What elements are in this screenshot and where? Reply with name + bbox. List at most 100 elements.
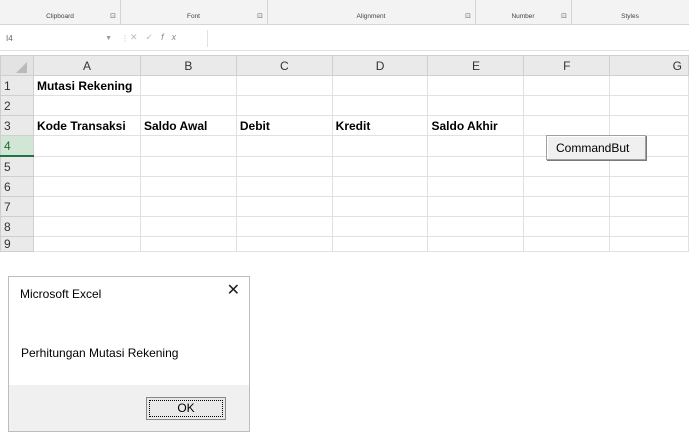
- cell-f6[interactable]: [523, 176, 611, 197]
- cell-c8[interactable]: [235, 216, 333, 237]
- column-header-d[interactable]: D: [331, 55, 429, 76]
- cell-f9[interactable]: [523, 236, 611, 252]
- cell-d4[interactable]: [331, 135, 429, 157]
- cell-b7[interactable]: [139, 196, 237, 217]
- cell-f8[interactable]: [523, 216, 611, 237]
- column-header-c[interactable]: C: [235, 55, 333, 76]
- cell-e8[interactable]: [427, 216, 525, 237]
- row-header-1[interactable]: 1: [0, 75, 34, 96]
- message-box-dialog: Microsoft Excel ✕ Perhitungan Mutasi Rek…: [8, 276, 250, 432]
- ribbon-group-label: Font: [186, 13, 200, 20]
- cell-e3[interactable]: Saldo Akhir: [427, 115, 525, 136]
- cell-c7[interactable]: [235, 196, 333, 217]
- enter-icon[interactable]: ✓: [146, 32, 162, 42]
- column-header-a[interactable]: A: [32, 55, 141, 76]
- cell-a8[interactable]: [32, 216, 141, 237]
- command-button[interactable]: CommandBut: [546, 135, 646, 160]
- cell-g8[interactable]: [609, 216, 689, 237]
- cell-b2[interactable]: [139, 95, 237, 116]
- cell-f1[interactable]: [523, 75, 611, 96]
- cell-a9[interactable]: [32, 236, 141, 252]
- cell-a6[interactable]: [32, 176, 141, 197]
- row-header-2[interactable]: 2: [0, 95, 34, 116]
- cell-d9[interactable]: [331, 236, 429, 252]
- column-header-b[interactable]: B: [139, 55, 237, 76]
- cell-b4[interactable]: [139, 135, 237, 157]
- row-header-7[interactable]: 7: [0, 196, 34, 217]
- column-header-e[interactable]: E: [427, 55, 525, 76]
- name-box-value: I4: [6, 34, 13, 43]
- cell-a7[interactable]: [32, 196, 141, 217]
- cell-b9[interactable]: [139, 236, 237, 252]
- cell-b8[interactable]: [139, 216, 237, 237]
- cell-f3[interactable]: [523, 115, 611, 136]
- cell-d2[interactable]: [331, 95, 429, 116]
- insert-function-icon[interactable]: fx: [161, 32, 184, 42]
- cancel-icon[interactable]: ✕: [130, 32, 146, 42]
- row-header-3[interactable]: 3: [0, 115, 34, 136]
- ribbon-group-number: Number ⊡: [475, 0, 572, 24]
- cell-g6[interactable]: [609, 176, 689, 197]
- cell-c4[interactable]: [235, 135, 333, 157]
- cell-d8[interactable]: [331, 216, 429, 237]
- cell-a4[interactable]: [32, 135, 141, 157]
- ribbon-group-label: Number: [511, 13, 535, 20]
- cell-a2[interactable]: [32, 95, 141, 116]
- cell-e7[interactable]: [427, 196, 525, 217]
- cell-c1[interactable]: [235, 75, 333, 96]
- cell-a1[interactable]: Mutasi Rekening: [32, 75, 141, 96]
- ribbon-group-clipboard: Clipboard ⊡: [0, 0, 121, 24]
- formula-input[interactable]: [207, 30, 689, 47]
- ribbon-group-label: Alignment: [356, 13, 386, 20]
- cell-b6[interactable]: [139, 176, 237, 197]
- cell-b3[interactable]: Saldo Awal: [139, 115, 237, 136]
- cell-c2[interactable]: [235, 95, 333, 116]
- cell-b1[interactable]: [139, 75, 237, 96]
- cell-c9[interactable]: [235, 236, 333, 252]
- row-header-8[interactable]: 8: [0, 216, 34, 237]
- cell-f7[interactable]: [523, 196, 611, 217]
- cell-d6[interactable]: [331, 176, 429, 197]
- cell-d3[interactable]: Kredit: [331, 115, 429, 136]
- ribbon-group-labels: Clipboard ⊡ Font ⊡ Alignment ⊡ Number ⊡ …: [0, 0, 689, 25]
- cell-a3[interactable]: Kode Transaksi: [32, 115, 141, 136]
- column-header-g[interactable]: G: [609, 55, 689, 76]
- cell-g3[interactable]: [609, 115, 689, 136]
- cell-c5[interactable]: [235, 155, 333, 177]
- row-header-9[interactable]: 9: [0, 236, 34, 252]
- cell-g9[interactable]: [609, 236, 689, 252]
- dialog-launcher-icon[interactable]: ⊡: [465, 12, 471, 20]
- cell-a5[interactable]: [32, 155, 141, 177]
- cell-e4[interactable]: [427, 135, 525, 157]
- name-box[interactable]: I4 ▼: [6, 31, 116, 46]
- cell-e9[interactable]: [427, 236, 525, 252]
- dialog-launcher-icon[interactable]: ⊡: [110, 12, 116, 20]
- cell-b5[interactable]: [139, 155, 237, 177]
- cell-e2[interactable]: [427, 95, 525, 116]
- column-header-f[interactable]: F: [523, 55, 611, 76]
- cell-e6[interactable]: [427, 176, 525, 197]
- cell-c3[interactable]: Debit: [235, 115, 333, 136]
- row-header-5[interactable]: 5: [0, 155, 34, 177]
- cell-e1[interactable]: [427, 75, 525, 96]
- ribbon-group-alignment: Alignment ⊡: [267, 0, 476, 24]
- dialog-launcher-icon[interactable]: ⊡: [561, 12, 567, 20]
- dialog-launcher-icon[interactable]: ⊡: [257, 12, 263, 20]
- cell-d7[interactable]: [331, 196, 429, 217]
- row-header-6[interactable]: 6: [0, 176, 34, 197]
- row-header-4[interactable]: 4: [0, 135, 34, 157]
- cell-f2[interactable]: [523, 95, 611, 116]
- formula-bar-icons: ✕✓fx: [130, 32, 184, 43]
- cell-c6[interactable]: [235, 176, 333, 197]
- close-icon[interactable]: ✕: [227, 283, 240, 299]
- dialog-title: Microsoft Excel: [20, 287, 102, 301]
- select-all-corner[interactable]: [0, 55, 34, 76]
- cell-d5[interactable]: [331, 155, 429, 177]
- cell-e5[interactable]: [427, 155, 525, 177]
- cell-g1[interactable]: [609, 75, 689, 96]
- chevron-down-icon[interactable]: ▼: [105, 31, 112, 46]
- cell-g2[interactable]: [609, 95, 689, 116]
- ok-button[interactable]: OK: [146, 397, 226, 420]
- cell-g7[interactable]: [609, 196, 689, 217]
- cell-d1[interactable]: [331, 75, 429, 96]
